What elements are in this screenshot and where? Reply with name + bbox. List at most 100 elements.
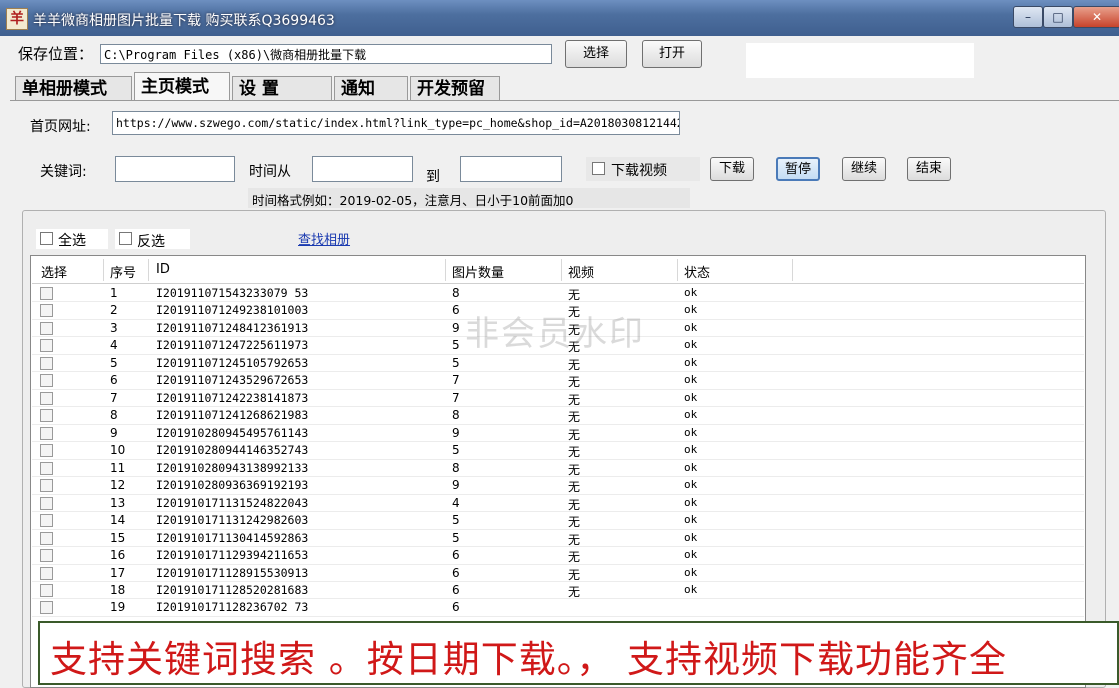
row-checkbox[interactable] (40, 514, 53, 528)
table-row[interactable]: 16 I201910171129394211653 6 无 ok (32, 547, 1084, 565)
table-row[interactable]: 10 I201910280944146352743 5 无 ok (32, 442, 1084, 460)
tab-single-album[interactable]: 单相册模式 (15, 76, 132, 100)
watermark: 非会员水印 (465, 314, 645, 354)
select-all-label[interactable]: 全选 (58, 230, 86, 250)
row-checkbox[interactable] (40, 566, 53, 580)
date-from-input[interactable] (312, 156, 413, 182)
row-no: 7 (110, 390, 118, 405)
continue-button[interactable]: 继续 (842, 157, 886, 181)
tab-settings[interactable]: 设 置 (232, 76, 332, 100)
table-row[interactable]: 19 I201910171128236702 73 6 (32, 599, 1084, 617)
row-image-count: 5 (452, 513, 460, 528)
table-row[interactable]: 8 I201911071241268621983 8 无 ok (32, 407, 1084, 425)
invert-selection-checkbox[interactable] (119, 232, 132, 245)
row-id: I201911071241268621983 (156, 408, 309, 423)
row-no: 17 (110, 565, 126, 580)
row-checkbox[interactable] (40, 287, 53, 300)
find-album-link[interactable]: 查找相册 (298, 229, 350, 248)
row-status: ok (684, 443, 698, 457)
header-status[interactable]: 状态 (684, 262, 710, 281)
row-video: 无 (568, 427, 581, 442)
tab-home-mode[interactable]: 主页模式 (134, 72, 230, 101)
row-checkbox[interactable] (40, 583, 53, 597)
pause-button[interactable]: 暂停 (776, 157, 820, 181)
row-no: 2 (110, 303, 118, 318)
table-row[interactable]: 9 I201910280945495761143 9 无 ok (32, 425, 1084, 443)
row-checkbox[interactable] (40, 461, 53, 475)
download-video-checkbox[interactable] (592, 162, 605, 175)
open-folder-button[interactable]: 打开 (642, 40, 702, 68)
maximize-button[interactable]: □ (1043, 6, 1073, 28)
table-row[interactable]: 14 I201910171131242982603 5 无 ok (32, 512, 1084, 530)
close-button[interactable]: ✕ (1073, 6, 1119, 28)
tab-dev-reserved[interactable]: 开发预留 (410, 76, 500, 100)
row-checkbox[interactable] (40, 496, 53, 510)
row-no: 4 (110, 338, 118, 353)
row-checkbox[interactable] (40, 601, 53, 615)
table-row[interactable]: 6 I201911071243529672653 7 无 ok (32, 372, 1084, 390)
header-image-count[interactable]: 图片数量 (452, 262, 504, 281)
row-checkbox[interactable] (40, 339, 53, 353)
table-row[interactable]: 12 I201910280936369192193 9 无 ok (32, 477, 1084, 495)
row-checkbox[interactable] (40, 374, 53, 388)
row-checkbox[interactable] (40, 321, 53, 335)
title-bar: 羊 羊羊微商相册图片批量下载 购买联系Q3699463 – □ ✕ (0, 0, 1119, 36)
minimize-button[interactable]: – (1013, 6, 1043, 28)
table-row[interactable]: 1 I201911071543233079 53 8 无 ok (32, 285, 1084, 303)
row-checkbox[interactable] (40, 426, 53, 440)
download-button[interactable]: 下载 (710, 157, 754, 181)
row-checkbox[interactable] (40, 356, 53, 370)
row-checkbox[interactable] (40, 531, 53, 545)
row-video: 无 (568, 392, 581, 407)
row-image-count: 5 (452, 443, 460, 458)
header-id[interactable]: ID (156, 262, 170, 277)
row-id: I201910280945495761143 (156, 425, 309, 440)
column-separator (677, 259, 678, 281)
row-status: ok (684, 565, 698, 579)
header-select[interactable]: 选择 (41, 262, 67, 281)
row-checkbox[interactable] (40, 391, 53, 405)
finish-button[interactable]: 结束 (907, 157, 951, 181)
row-image-count: 6 (452, 565, 460, 580)
table-row[interactable]: 7 I201911071242238141873 7 无 ok (32, 390, 1084, 408)
download-video-label[interactable]: 下载视频 (611, 160, 667, 180)
row-checkbox[interactable] (40, 479, 53, 493)
choose-folder-button[interactable]: 选择 (565, 40, 627, 68)
row-video: 无 (568, 480, 581, 495)
header-no[interactable]: 序号 (110, 262, 136, 281)
row-image-count: 8 (452, 408, 460, 423)
table-row[interactable]: 18 I201910171128520281683 6 无 ok (32, 582, 1084, 600)
save-path-input[interactable]: C:\Program Files (x86)\微商相册批量下载 (100, 44, 552, 64)
row-id: I201911071249238101003 (156, 303, 309, 318)
keyword-input[interactable] (115, 156, 235, 182)
table-row[interactable]: 13 I201910171131524822043 4 无 ok (32, 495, 1084, 513)
home-url-input[interactable]: https://www.szwego.com/static/index.html… (112, 111, 680, 135)
date-format-hint: 时间格式例如：2019-02-05，注意月、日小于10前面加0 (252, 193, 574, 208)
tab-notice[interactable]: 通知 (334, 76, 408, 100)
row-no: 8 (110, 408, 118, 423)
row-id: I201910280936369192193 (156, 478, 309, 493)
row-image-count: 6 (452, 548, 460, 563)
table-row[interactable]: 5 I201911071245105792653 5 无 ok (32, 355, 1084, 373)
table-row[interactable]: 17 I201910171128915530913 6 无 ok (32, 565, 1084, 582)
home-url-label: 首页网址: (30, 119, 91, 135)
date-to-input[interactable] (460, 156, 562, 182)
row-status: ok (684, 425, 698, 439)
row-status: ok (684, 355, 698, 369)
row-status: ok (684, 460, 698, 474)
table-row[interactable]: 15 I201910171130414592863 5 无 ok (32, 530, 1084, 548)
row-checkbox[interactable] (40, 549, 53, 563)
row-video: 无 (568, 462, 581, 477)
row-checkbox[interactable] (40, 304, 53, 318)
row-checkbox[interactable] (40, 444, 53, 458)
date-from-label: 时间从 (249, 164, 291, 180)
table-row[interactable]: 11 I201910280943138992133 8 无 ok (32, 460, 1084, 478)
header-video[interactable]: 视频 (568, 262, 594, 281)
select-all-checkbox[interactable] (40, 232, 53, 245)
invert-selection-label[interactable]: 反选 (137, 231, 165, 251)
row-no: 19 (110, 600, 126, 615)
row-video: 无 (568, 288, 581, 302)
row-checkbox[interactable] (40, 409, 53, 423)
row-no: 12 (110, 478, 126, 493)
row-status: ok (684, 338, 698, 352)
